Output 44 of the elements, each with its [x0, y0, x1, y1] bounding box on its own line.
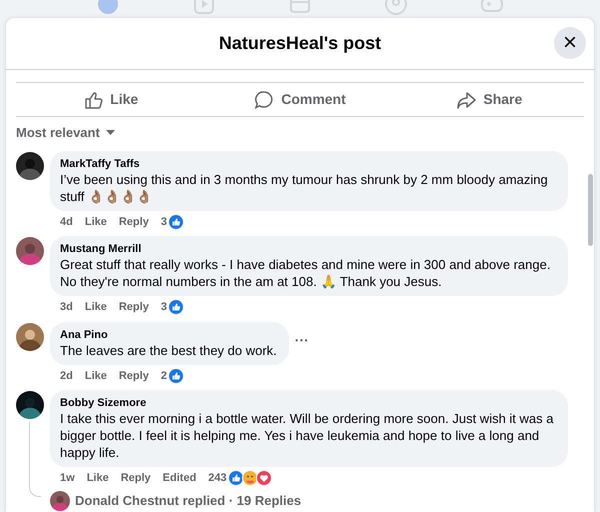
like-reaction-icon: [168, 368, 184, 384]
like-reaction-icon: [228, 470, 244, 486]
reaction-count[interactable]: 2: [160, 368, 167, 384]
view-replies-link[interactable]: Donald Chestnut replied · 19 Replies: [50, 490, 302, 510]
timestamp[interactable]: 3d: [60, 299, 73, 316]
comment-button[interactable]: Comment: [205, 83, 395, 116]
caret-icon: [106, 130, 115, 136]
share-button[interactable]: Share: [394, 83, 584, 116]
timestamp[interactable]: 4d: [60, 214, 73, 230]
share-icon: [456, 90, 478, 110]
comment-text: Great stuff that really works - I have diabetes and mine were in 300 and above range. No they're normal numbers in the am at 108. 🙏 Thank you Jesus.: [60, 256, 552, 290]
reaction-count[interactable]: 243: [208, 470, 227, 486]
like-link[interactable]: Like: [84, 214, 107, 230]
sort-dropdown[interactable]: Most relevant: [6, 119, 125, 146]
close-button[interactable]: ×: [554, 27, 586, 59]
like-link[interactable]: Like: [86, 470, 109, 486]
like-reaction-icon: [168, 299, 184, 316]
like-reaction-icon: [168, 214, 184, 230]
reply-link[interactable]: Reply: [118, 299, 149, 316]
timestamp[interactable]: 2d: [60, 368, 73, 384]
dialog-title: NaturesHeal's post: [218, 32, 382, 54]
reply-link[interactable]: Reply: [118, 368, 149, 384]
timestamp[interactable]: 1w: [60, 470, 75, 486]
care-reaction-icon: [242, 470, 258, 486]
author-name[interactable]: Ana Pino: [60, 328, 277, 342]
more-options-button[interactable]: ···: [288, 330, 315, 350]
edited-label: Edited: [162, 471, 196, 486]
reply-link[interactable]: Reply: [118, 214, 149, 230]
like-link[interactable]: Like: [84, 368, 107, 384]
comment-text: The leaves are the best they do work.: [60, 342, 277, 358]
thumbs-up-icon: [83, 90, 104, 110]
reaction-count[interactable]: 3: [160, 299, 167, 316]
reply-link[interactable]: Reply: [120, 470, 151, 486]
author-name[interactable]: Mustang Merrill: [60, 242, 556, 256]
author-name[interactable]: Bobby Sizemore: [60, 396, 556, 410]
comment-text: I’ve been using this and in 3 months my tumour has shrunk by 2 mm bloody amazing stuff 👌🏽👌🏽👌🏽👌🏽: [60, 170, 549, 204]
love-reaction-icon: [256, 470, 272, 486]
scrollbar[interactable]: [588, 174, 593, 246]
comment-text: I take this ever morning i a bottle water. Will be ordering more soon. Just wish it was a bigger bottle. I feel it is helping me. Yes i have leukemia and hope to live a long and happy life.: [60, 410, 554, 461]
comment-icon: [254, 90, 276, 110]
reaction-count[interactable]: 3: [160, 214, 167, 230]
like-button[interactable]: Like: [16, 83, 206, 116]
like-link[interactable]: Like: [84, 299, 107, 316]
author-name[interactable]: MarkTaffy Taffs: [60, 156, 556, 170]
